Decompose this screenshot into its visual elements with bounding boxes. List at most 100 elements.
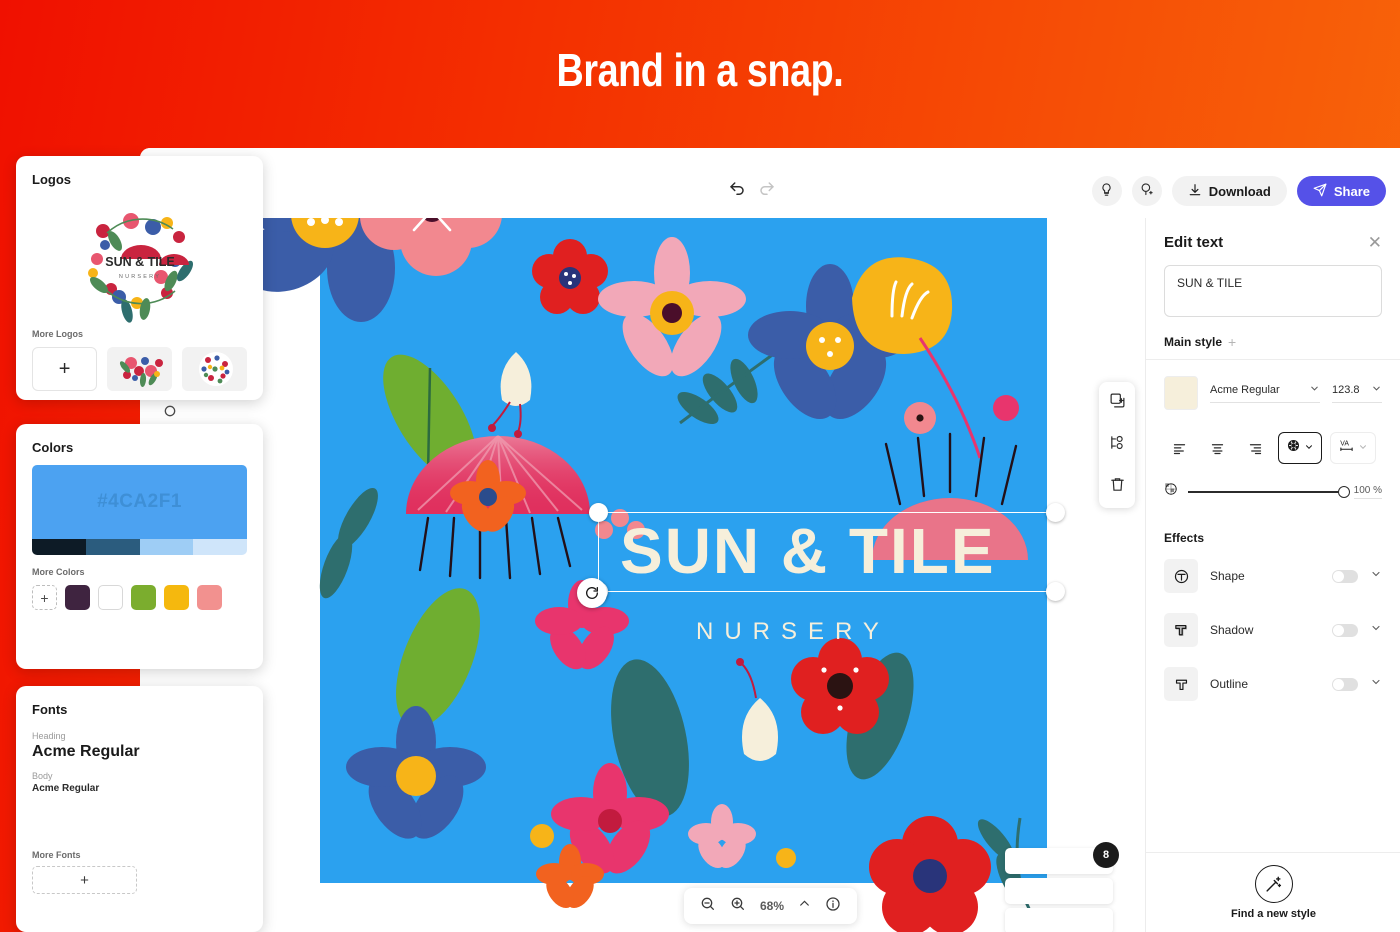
add-style-icon[interactable]: + [1228, 335, 1236, 349]
app-toolbar: Download Share [140, 148, 1400, 218]
text-input[interactable]: SUN & TILE [1164, 265, 1382, 317]
chevron-down-icon[interactable] [1370, 567, 1382, 585]
zoom-out-icon[interactable] [700, 896, 716, 917]
align-right-icon[interactable] [1240, 433, 1270, 463]
resize-handle-top-right[interactable] [1046, 503, 1065, 522]
download-label: Download [1208, 183, 1271, 199]
logo-thumbnails: + [32, 347, 247, 391]
delete-icon[interactable] [1109, 476, 1126, 498]
status-badge: 8 [1093, 842, 1119, 868]
download-icon [1188, 183, 1202, 200]
letter-spacing-dropdown[interactable]: VA [1330, 432, 1376, 464]
text-color-swatch[interactable] [1164, 376, 1198, 410]
align-center-icon[interactable] [1202, 433, 1232, 463]
logo-subtext: NURSERY [118, 274, 160, 280]
tint-swatch[interactable] [85, 539, 140, 555]
effect-label: Shape [1210, 569, 1245, 583]
history-controls [728, 180, 776, 198]
invite-button[interactable] [1131, 176, 1162, 206]
canvas-area[interactable]: SUN & TILE NURSERY 68% 8 [140, 218, 1145, 932]
chevron-down-icon[interactable] [1370, 621, 1382, 639]
fonts-panel: Fonts Heading Acme Regular Body Acme Reg… [16, 686, 263, 932]
effect-row-outline[interactable]: Outline [1146, 657, 1400, 711]
card-stack[interactable]: 8 [1005, 842, 1119, 932]
logo-text: SUN & TILE [105, 255, 174, 269]
body-label: Body [32, 771, 53, 781]
heading-font-value[interactable]: Acme Regular [32, 743, 247, 761]
add-logo-button[interactable]: + [32, 347, 98, 391]
share-button[interactable]: Share [1296, 176, 1386, 206]
color-chip[interactable] [197, 585, 222, 610]
shadow-toggle[interactable] [1332, 623, 1358, 637]
texture-icon [1286, 438, 1301, 458]
share-label: Share [1333, 183, 1370, 199]
tint-swatch[interactable] [32, 539, 86, 555]
color-tint-strip [32, 539, 247, 555]
color-chip[interactable] [65, 585, 90, 610]
panel-rotate-icon[interactable] [162, 403, 178, 419]
zoom-toolbar: 68% [684, 888, 858, 924]
arrange-icon[interactable] [1109, 434, 1126, 456]
logo-thumbnail-2[interactable] [182, 347, 247, 391]
font-style-row: Acme Regular 123.8 [1146, 360, 1400, 416]
font-size-select[interactable]: 123.8 [1332, 383, 1382, 403]
rotate-handle[interactable] [577, 578, 607, 608]
chevron-down-icon [1304, 439, 1314, 457]
opacity-value[interactable]: 100 % [1353, 485, 1382, 499]
align-left-icon[interactable] [1164, 433, 1194, 463]
duplicate-icon[interactable] [1109, 392, 1126, 414]
outline-toggle[interactable] [1332, 677, 1358, 691]
find-new-style-button[interactable]: Find a new style [1146, 852, 1400, 932]
texture-dropdown[interactable] [1278, 432, 1322, 464]
info-icon[interactable] [825, 896, 841, 917]
idea-button[interactable] [1091, 176, 1122, 206]
color-chip[interactable] [98, 585, 123, 610]
logo-thumbnail-1[interactable] [107, 347, 173, 391]
resize-handle-top-left[interactable] [589, 503, 608, 522]
opacity-icon [1164, 482, 1178, 501]
chevron-down-icon[interactable] [1370, 675, 1382, 693]
add-person-icon [1139, 182, 1154, 200]
selection-box[interactable] [577, 503, 1065, 608]
find-new-style-label: Find a new style [1231, 908, 1316, 920]
tint-swatch[interactable] [193, 539, 247, 555]
logos-panel: Logos SUN & TILE NURSERY More Logos + [16, 156, 263, 400]
main-style-label: Main style [1164, 335, 1223, 349]
download-button[interactable]: Download [1171, 176, 1287, 206]
logo-thumb-illustration [120, 357, 164, 387]
undo-arrow-icon[interactable] [728, 180, 746, 198]
opacity-slider[interactable] [1188, 485, 1350, 498]
chevron-down-icon [1358, 439, 1368, 457]
opacity-slider-knob[interactable] [1337, 485, 1350, 498]
tint-swatch[interactable] [139, 539, 194, 555]
close-icon[interactable]: ✕ [1368, 234, 1382, 251]
outline-effect-icon [1164, 667, 1198, 701]
font-family-select[interactable]: Acme Regular [1210, 383, 1320, 403]
heading-label: Heading [32, 731, 66, 741]
color-chips: + [32, 585, 247, 610]
logos-panel-title: Logos [32, 172, 71, 187]
artboard[interactable]: SUN & TILE NURSERY [234, 218, 1065, 932]
logo-illustration: SUN & TILE NURSERY [87, 213, 193, 323]
chevron-up-icon[interactable] [798, 897, 811, 915]
add-color-button[interactable]: + [32, 585, 57, 610]
zoom-level[interactable]: 68% [760, 899, 784, 913]
lightbulb-icon [1099, 182, 1114, 200]
effect-row-shape[interactable]: Shape [1146, 549, 1400, 603]
effect-label: Outline [1210, 677, 1249, 691]
effect-row-shadow[interactable]: Shadow [1146, 603, 1400, 657]
resize-handle-bottom-right[interactable] [1046, 582, 1065, 601]
color-chip[interactable] [164, 585, 189, 610]
body-font-value[interactable]: Acme Regular [32, 783, 247, 794]
canvas-brand-subtitle[interactable]: NURSERY [696, 618, 996, 646]
add-font-button[interactable]: + [32, 866, 137, 894]
primary-color-swatch[interactable]: #4CA2F1 [32, 465, 247, 539]
color-chip[interactable] [131, 585, 156, 610]
alignment-row: VA [1146, 416, 1400, 468]
effect-label: Shadow [1210, 623, 1254, 637]
logo-preview[interactable]: SUN & TILE NURSERY [75, 193, 205, 323]
redo-arrow-icon[interactable] [758, 180, 776, 198]
main-style-section: Main style + [1146, 317, 1400, 360]
shape-toggle[interactable] [1332, 569, 1358, 583]
zoom-in-icon[interactable] [730, 896, 746, 917]
